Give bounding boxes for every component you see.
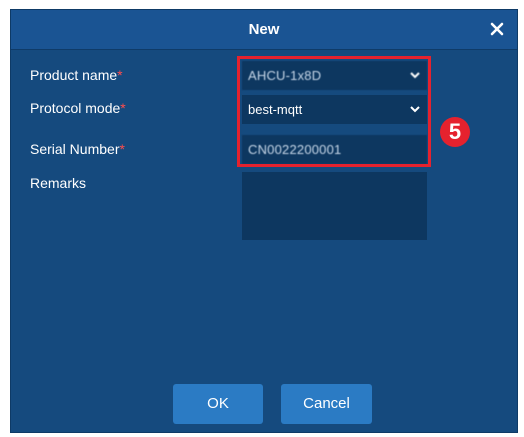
dialog-title: New (248, 21, 280, 38)
protocol-mode-select[interactable]: best-mqtt (242, 95, 427, 124)
step-number-badge: 5 (440, 117, 470, 147)
product-name-label: Product name* (30, 67, 123, 83)
protocol-mode-label: Protocol mode* (30, 100, 126, 116)
product-name-select[interactable]: AHCU-1x8D (242, 61, 427, 90)
chevron-down-icon (410, 72, 420, 79)
ok-button[interactable]: OK (173, 384, 263, 424)
serial-number-label-text: Serial Number (30, 141, 120, 157)
required-asterisk: * (120, 100, 126, 116)
protocol-mode-label-text: Protocol mode (30, 100, 121, 116)
product-name-label-text: Product name (30, 67, 118, 83)
cancel-button[interactable]: Cancel (281, 384, 372, 424)
dialog-title-bar: New (11, 10, 517, 50)
remarks-label: Remarks (30, 175, 87, 191)
close-icon[interactable] (487, 19, 507, 39)
remarks-textarea[interactable] (242, 172, 427, 240)
required-asterisk: * (117, 67, 123, 83)
serial-number-input[interactable]: CN0022200001 (242, 135, 427, 164)
serial-number-label: Serial Number* (30, 141, 125, 157)
product-name-value: AHCU-1x8D (248, 68, 322, 83)
new-device-dialog: New Product name* AHCU-1x8D Protocol mod… (10, 9, 518, 433)
serial-number-value: CN0022200001 (248, 142, 342, 157)
required-asterisk: * (119, 141, 125, 157)
chevron-down-icon (410, 106, 420, 113)
protocol-mode-value: best-mqtt (248, 102, 303, 117)
